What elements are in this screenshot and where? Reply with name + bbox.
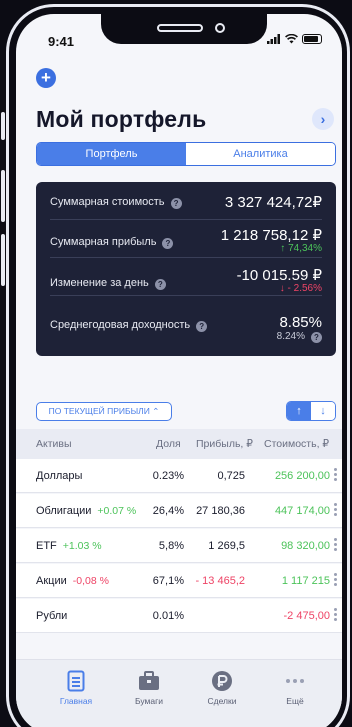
asset-name: Доллары xyxy=(36,470,83,482)
summary-sub-value: ↓ - 2.56% xyxy=(279,283,322,294)
asset-share: 26,4% xyxy=(152,505,184,517)
more-vertical-icon[interactable] xyxy=(334,606,340,623)
asset-value: 1 117 215 xyxy=(281,575,330,587)
add-button[interactable]: + xyxy=(36,68,56,88)
summary-label: Суммарная стоимость xyxy=(50,196,165,208)
summary-row-day-change: Изменение за день? -10 015.59 ₽ ↓ - 2.56… xyxy=(50,258,322,296)
summary-sub-value: 8.24%? xyxy=(277,331,322,343)
more-vertical-icon[interactable] xyxy=(334,466,340,483)
speaker xyxy=(157,24,203,32)
notch xyxy=(101,14,267,44)
asset-value: -2 475,00 xyxy=(283,610,330,622)
arrow-down-icon[interactable]: ↓ xyxy=(311,402,335,420)
bottom-tab-bar: Главная Бумаги Сделки Ещё xyxy=(16,659,342,727)
table-row[interactable]: Доллары 0.23% 0,725 256 200,00 xyxy=(16,459,342,493)
asset-profit: - 13 465,2 xyxy=(195,575,245,587)
summary-value: -10 015.59 ₽ xyxy=(236,267,322,284)
column-header-assets[interactable]: Активы xyxy=(36,438,72,450)
signal-icon xyxy=(267,34,280,44)
table-header: Активы Доля Прибыль, ₽ Стоимость, ₽ xyxy=(16,429,342,459)
status-icons xyxy=(267,34,322,44)
tab-more[interactable]: Ещё xyxy=(265,670,325,706)
asset-profit: 27 180,36 xyxy=(196,505,245,517)
table-row[interactable]: Акции -0,08 % 67,1% - 13 465,2 1 117 215 xyxy=(16,564,342,598)
summary-row-total-profit: Суммарная прибыль? 1 218 758,12 ₽ ↑ 74,3… xyxy=(50,220,322,258)
briefcase-icon xyxy=(139,671,159,690)
summary-value: 1 218 758,12 ₽ xyxy=(220,227,322,244)
table-row[interactable]: Рубли 0.01% -2 475,00 xyxy=(16,599,342,633)
table-row[interactable]: ETF +1.03 % 5,8% 1 269,5 98 320,00 xyxy=(16,529,342,563)
tab-label: Бумаги xyxy=(135,696,163,706)
arrow-up-icon[interactable]: ↑ xyxy=(287,402,311,420)
help-icon[interactable]: ? xyxy=(154,279,166,290)
tab-securities[interactable]: Бумаги xyxy=(119,670,179,706)
status-time: 9:41 xyxy=(48,34,75,49)
ruble-icon xyxy=(212,671,232,691)
asset-name: ETF +1.03 % xyxy=(36,540,102,552)
chevron-right-icon[interactable]: › xyxy=(312,108,334,130)
summary-row-annual-yield: Среднегодовая доходность? 8.85% 8.24%? xyxy=(50,300,322,343)
column-header-share[interactable]: Доля xyxy=(156,438,181,450)
asset-profit: 1 269,5 xyxy=(208,540,245,552)
sort-dropdown[interactable]: ПО ТЕКУЩЕЙ ПРИБЫЛИ ⌃ xyxy=(36,402,172,421)
asset-share: 67,1% xyxy=(152,575,184,587)
tab-label: Сделки xyxy=(207,696,237,706)
summary-row-total-value: Суммарная стоимость? 3 327 424,72₽ xyxy=(50,182,322,220)
wifi-icon xyxy=(285,34,298,44)
column-header-profit[interactable]: Прибыль, ₽ xyxy=(196,438,253,450)
column-header-value[interactable]: Стоимость, ₽ xyxy=(264,438,329,450)
phone-side-button xyxy=(1,234,5,286)
summary-value: 3 327 424,72₽ xyxy=(224,194,322,211)
summary-sub-value: ↑ 74,34% xyxy=(280,243,322,254)
more-vertical-icon[interactable] xyxy=(334,571,340,588)
asset-name: Облигации +0.07 % xyxy=(36,505,137,517)
more-vertical-icon[interactable] xyxy=(334,536,340,553)
page-title: Мой портфель xyxy=(36,106,207,132)
asset-name: Акции -0,08 % xyxy=(36,575,109,587)
phone-side-button xyxy=(1,112,5,140)
summary-value: 8.85% xyxy=(279,314,322,331)
tab-analytics[interactable]: Аналитика xyxy=(186,143,335,165)
tab-label: Ещё xyxy=(286,696,304,706)
more-dots-icon xyxy=(286,679,304,683)
tab-label: Главная xyxy=(59,696,93,706)
asset-share: 0.23% xyxy=(152,470,184,482)
summary-label: Суммарная прибыль xyxy=(50,236,157,248)
summary-card: Суммарная стоимость? 3 327 424,72₽ Сумма… xyxy=(36,182,336,356)
segmented-control: Портфель Аналитика xyxy=(36,142,336,166)
app-screen: 9:41 + Мой портфель › Портфель Аналитика… xyxy=(16,14,342,727)
tab-home[interactable]: Главная xyxy=(46,670,106,706)
more-vertical-icon[interactable] xyxy=(334,501,340,518)
asset-value: 447 174,00 xyxy=(274,505,330,517)
summary-label: Изменение за день xyxy=(50,277,149,289)
help-icon[interactable]: ? xyxy=(311,332,322,343)
table-row[interactable]: Облигации +0.07 % 26,4% 27 180,36 447 174… xyxy=(16,494,342,528)
summary-label: Среднегодовая доходность xyxy=(50,319,191,331)
sort-direction-toggle: ↑ ↓ xyxy=(286,401,336,421)
tab-deals[interactable]: Сделки xyxy=(192,670,252,706)
home-doc-icon xyxy=(67,670,85,692)
camera xyxy=(215,23,225,33)
help-icon[interactable]: ? xyxy=(162,238,174,249)
battery-icon xyxy=(302,34,322,44)
asset-value: 256 200,00 xyxy=(274,470,330,482)
help-icon[interactable]: ? xyxy=(196,321,208,332)
asset-share: 5,8% xyxy=(158,540,184,552)
asset-name: Рубли xyxy=(36,610,68,622)
asset-value: 98 320,00 xyxy=(281,540,330,552)
asset-share: 0.01% xyxy=(152,610,184,622)
help-icon[interactable]: ? xyxy=(170,198,182,209)
phone-side-button xyxy=(1,170,5,222)
asset-profit: 0,725 xyxy=(217,470,245,482)
tab-portfolio[interactable]: Портфель xyxy=(37,143,186,165)
